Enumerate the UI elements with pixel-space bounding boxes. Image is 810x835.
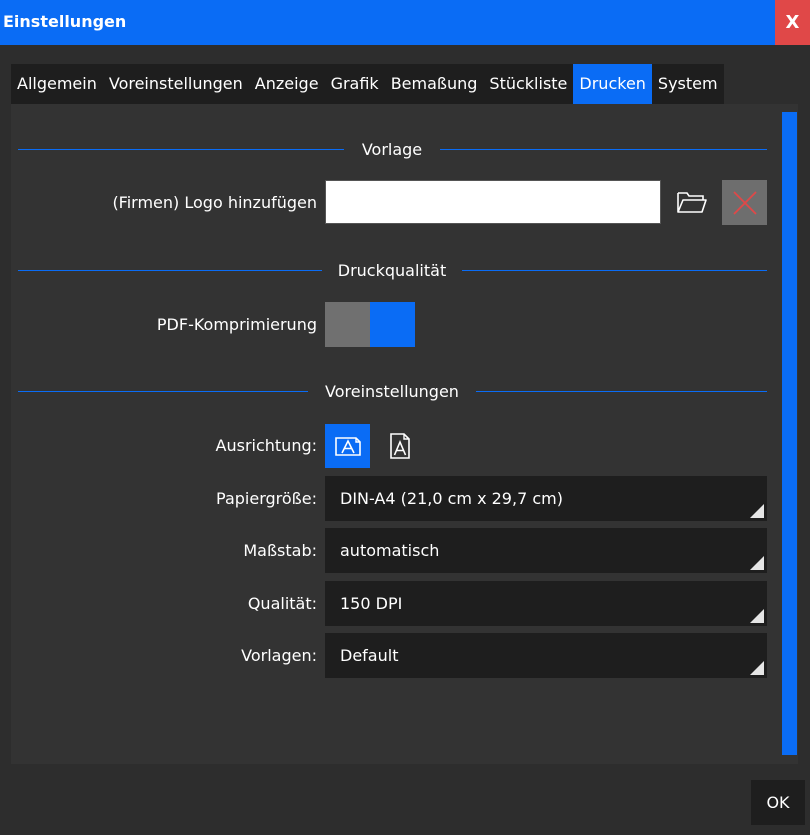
dropdown-corner-icon (750, 661, 764, 675)
quality-select[interactable]: 150 DPI (325, 581, 767, 626)
tab-system[interactable]: System (651, 64, 724, 104)
orientation-portrait-button[interactable] (377, 424, 422, 468)
browse-folder-button[interactable] (670, 180, 714, 224)
tab-grafik[interactable]: Grafik (324, 64, 385, 104)
tab-voreinstellungen[interactable]: Voreinstellungen (102, 64, 249, 104)
pdf-compression-label: PDF-Komprimierung (156, 315, 317, 334)
section-divider-right (440, 149, 767, 150)
section-title-voreinstellungen: Voreinstellungen (325, 382, 459, 401)
scrollbar[interactable] (782, 112, 797, 755)
scale-label: Maßstab: (243, 541, 317, 560)
landscape-page-icon (334, 437, 361, 456)
orientation-landscape-button[interactable] (325, 424, 370, 468)
quality-value: 150 DPI (340, 594, 403, 613)
tab-stueckliste[interactable]: Stückliste (483, 64, 574, 104)
section-divider-right (476, 391, 767, 392)
templates-select[interactable]: Default (325, 633, 767, 678)
logo-label: (Firmen) Logo hinzufügen (112, 193, 317, 212)
section-divider-left (18, 149, 344, 150)
section-druckqualitaet: Druckqualität (18, 261, 767, 281)
dropdown-corner-icon (750, 609, 764, 623)
section-vorlage: Vorlage (18, 140, 767, 160)
section-divider-left (18, 391, 308, 392)
scale-select[interactable]: automatisch (325, 528, 767, 573)
section-title-vorlage: Vorlage (361, 140, 423, 159)
window-title: Einstellungen (3, 12, 127, 31)
quality-label: Qualität: (247, 594, 317, 613)
title-bar: Einstellungen X (0, 0, 810, 45)
close-button[interactable]: X (775, 0, 810, 45)
tab-allgemein[interactable]: Allgemein (11, 64, 103, 104)
scale-value: automatisch (340, 541, 440, 560)
section-title-druckqualitaet: Druckqualität (337, 261, 447, 280)
paper-size-label: Papiergröße: (216, 489, 317, 508)
pdf-compression-toggle[interactable] (325, 302, 415, 347)
tab-anzeige[interactable]: Anzeige (248, 64, 325, 104)
orientation-label: Ausrichtung: (215, 436, 317, 455)
templates-label: Vorlagen: (241, 646, 317, 665)
ok-button[interactable]: OK (751, 780, 805, 825)
portrait-page-icon (389, 433, 410, 459)
tab-drucken[interactable]: Drucken (573, 64, 652, 104)
toggle-off-segment (325, 302, 370, 347)
dropdown-corner-icon (750, 504, 764, 518)
toggle-on-segment (370, 302, 415, 347)
dropdown-corner-icon (750, 556, 764, 570)
folder-icon (677, 192, 707, 213)
paper-size-value: DIN-A4 (21,0 cm x 29,7 cm) (340, 489, 563, 508)
logo-path-input[interactable] (325, 180, 661, 224)
section-divider-left (18, 270, 322, 271)
section-divider-right (462, 270, 767, 271)
section-voreinstellungen: Voreinstellungen (18, 382, 767, 402)
clear-logo-button[interactable] (722, 180, 767, 225)
close-icon (732, 190, 757, 215)
templates-value: Default (340, 646, 399, 665)
paper-size-select[interactable]: DIN-A4 (21,0 cm x 29,7 cm) (325, 476, 767, 521)
tab-bar: Allgemein Voreinstellungen Anzeige Grafi… (11, 64, 810, 104)
tab-bemassung[interactable]: Bemaßung (384, 64, 484, 104)
